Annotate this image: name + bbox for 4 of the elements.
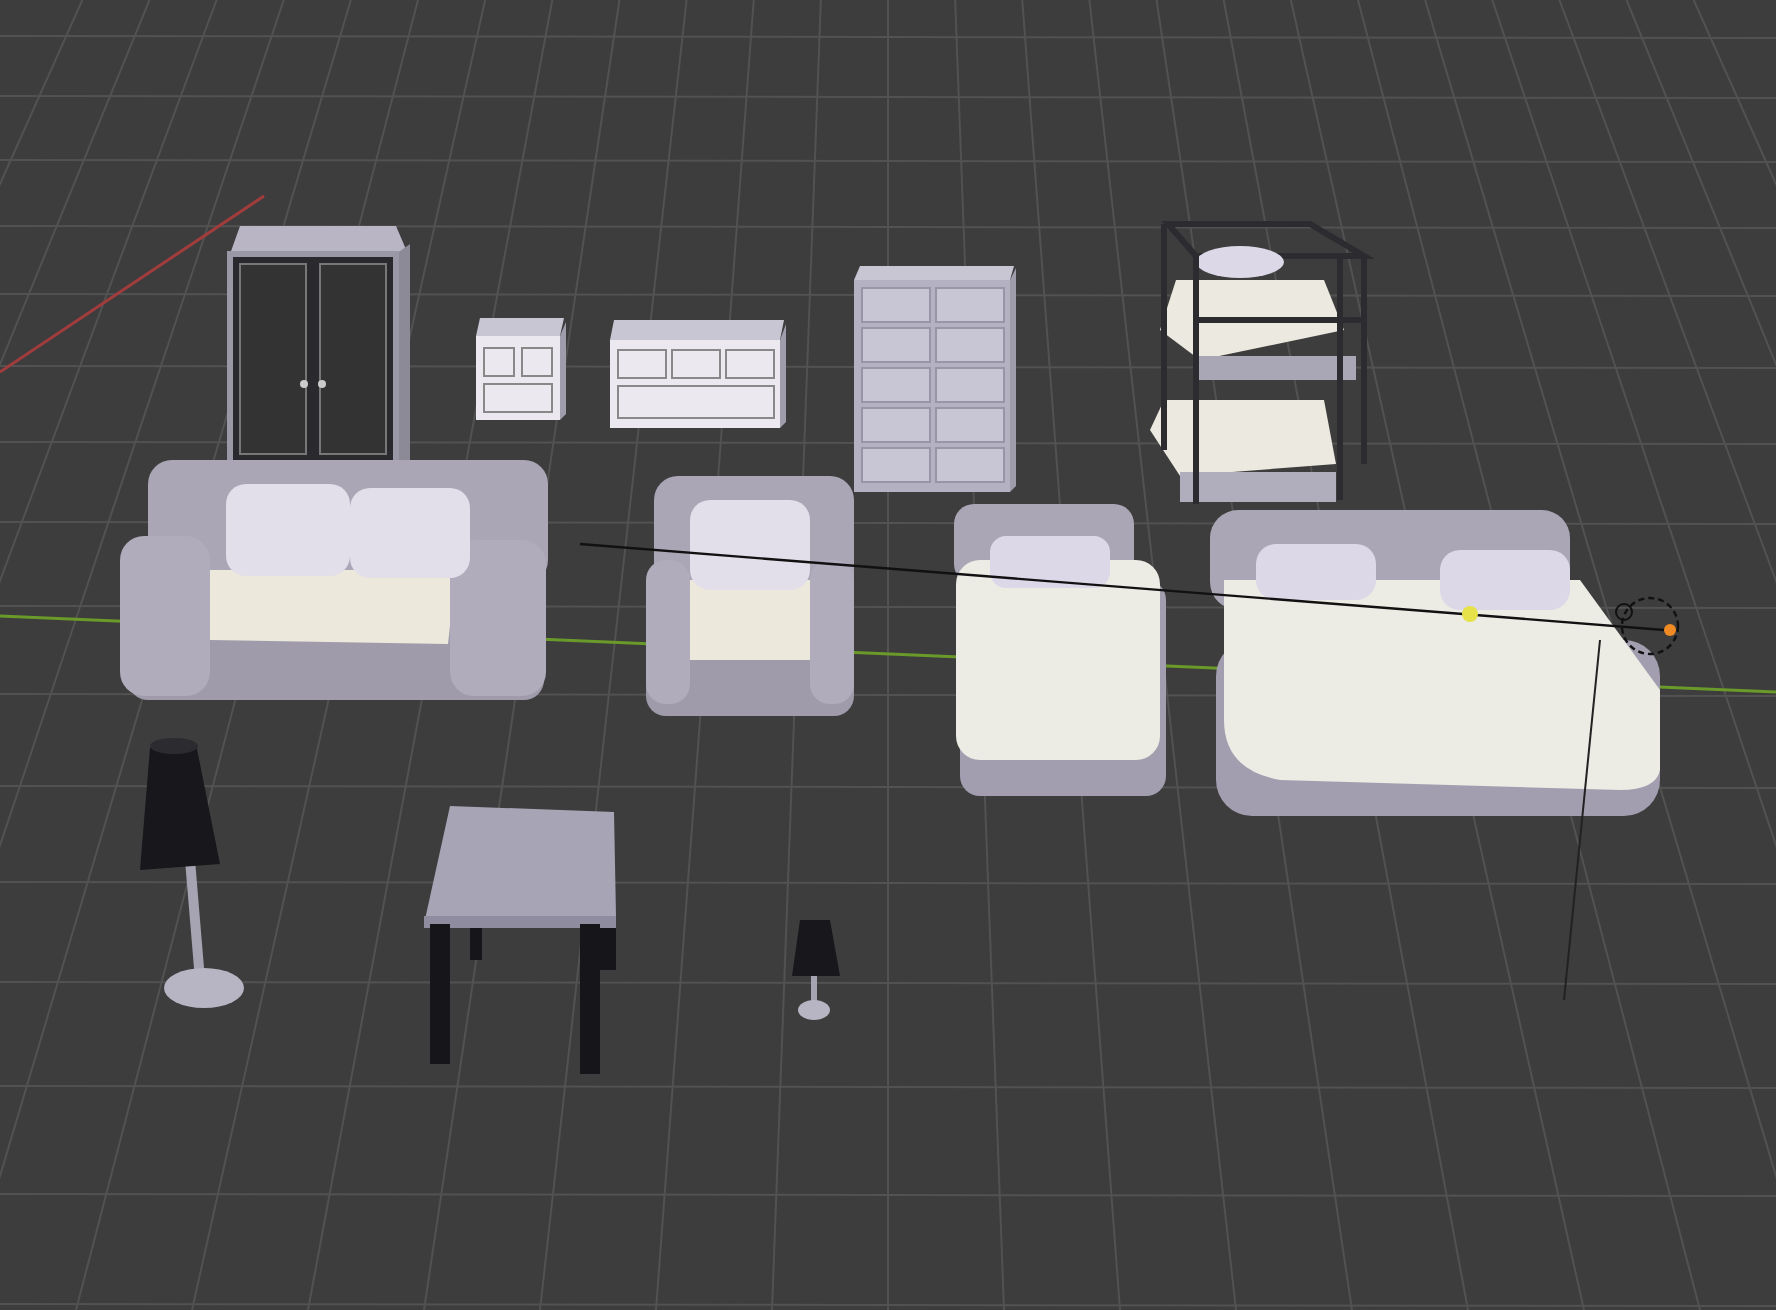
sun-lamp-icon[interactable]	[1615, 596, 1680, 656]
nightstand-drawing	[476, 318, 566, 420]
light-handle-icon[interactable]	[1462, 606, 1478, 622]
table-lamp-drawing	[792, 920, 840, 1020]
